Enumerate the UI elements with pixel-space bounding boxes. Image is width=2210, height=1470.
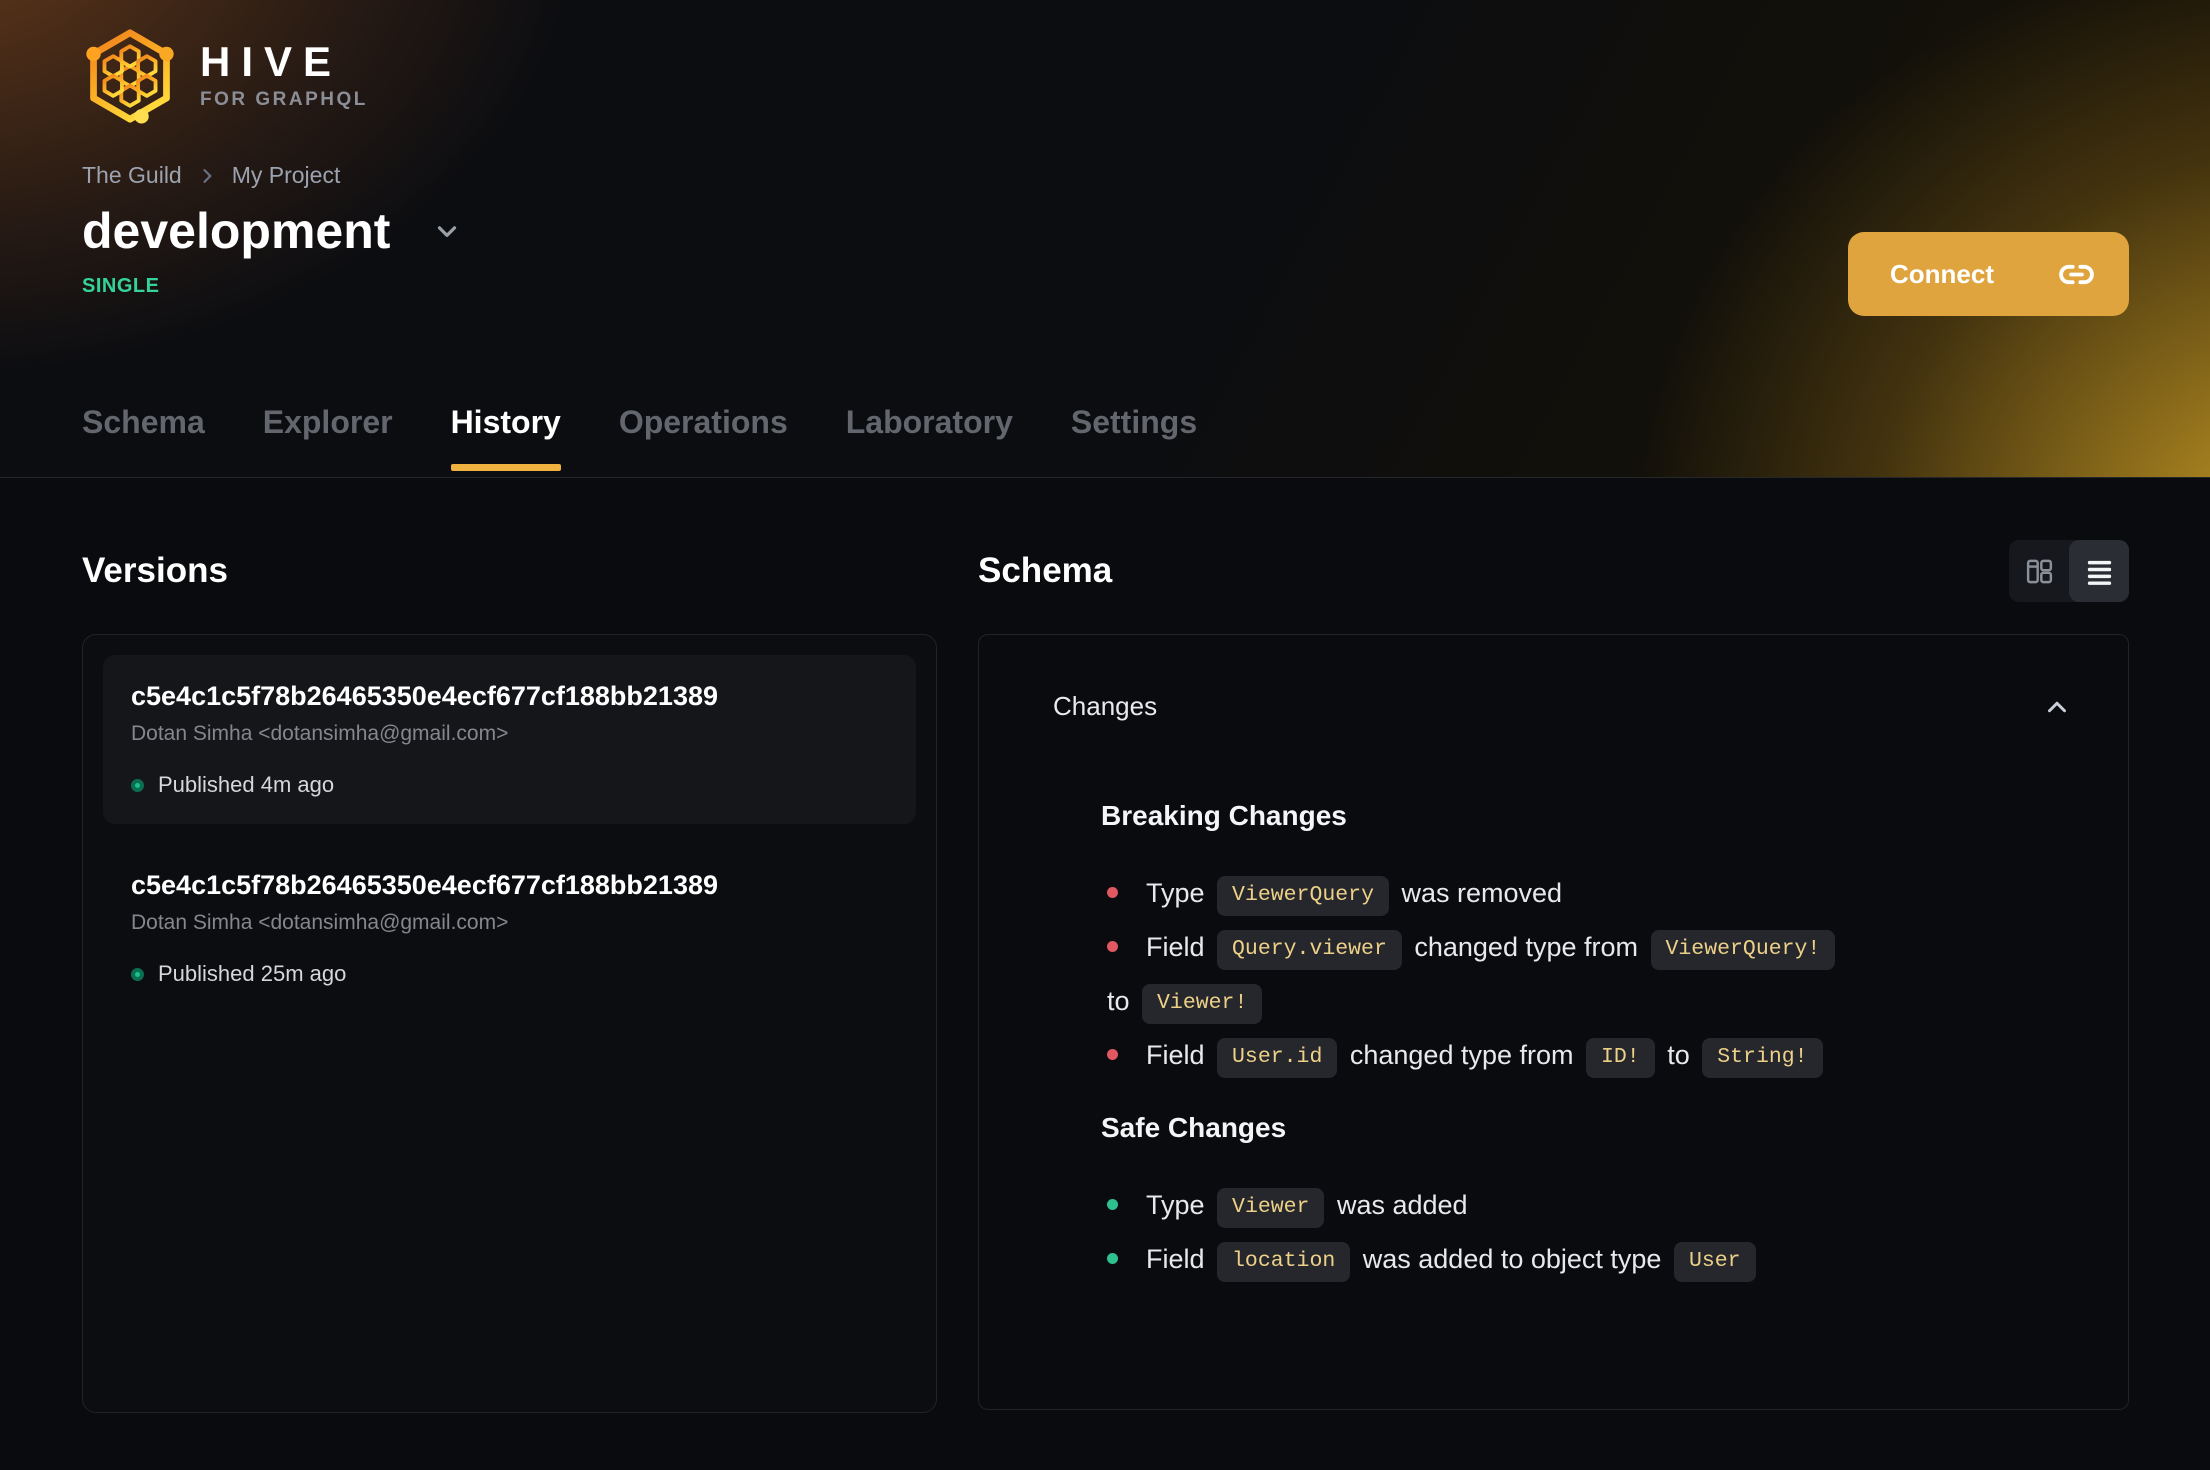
changes-title: Changes [1053,691,1158,721]
code-chip: String! [1702,1038,1823,1078]
code-chip: Viewer [1217,1188,1325,1228]
main-content: Versions c5e4c1c5f78b26465350e4ecf677cf1… [0,478,2210,1413]
version-hash: c5e4c1c5f78b26465350e4ecf677cf188bb21389 [131,681,718,711]
page-title: development [82,203,391,259]
code-chip: Viewer! [1142,984,1263,1024]
code-chip: ViewerQuery [1217,876,1389,916]
versions-heading: Versions [82,551,228,590]
list-view-button[interactable] [2069,540,2129,602]
version-card[interactable]: c5e4c1c5f78b26465350e4ecf677cf188bb21389… [103,655,916,824]
breadcrumb: The Guild My Project [82,162,2129,189]
bullet-icon [1107,887,1118,899]
code-chip: ID! [1586,1038,1655,1078]
version-author: Dotan Simha <dotansimha@gmail.com> [131,911,509,934]
published-dot-icon [131,967,144,981]
safe-changes-list: Type Viewer was added Field location was … [1101,1178,2072,1286]
bullet-icon [1107,1049,1118,1061]
connect-button[interactable]: Connect [1848,232,2129,316]
brand-text: HIVE FOR GRAPHQL [200,41,368,111]
change-item: Field Query.viewer changed type from Vie… [1101,920,2072,1028]
breadcrumb-org[interactable]: The Guild [82,162,182,189]
target-mode-badge: SINGLE [82,275,160,297]
chevron-down-icon [438,226,457,237]
list-view-icon [2087,560,2111,585]
versions-column: Versions c5e4c1c5f78b26465350e4ecf677cf1… [82,540,937,1413]
bullet-icon [1107,1253,1118,1265]
tab-laboratory[interactable]: Laboratory [846,403,1013,477]
target-selector-button[interactable] [428,212,466,250]
chevron-up-icon [2048,701,2066,712]
tab-history[interactable]: History [450,403,562,477]
bullet-icon [1107,1199,1118,1211]
change-item: Type ViewerQuery was removed [1101,866,2072,920]
header: HIVE FOR GRAPHQL The Guild My Project de… [0,0,2210,478]
brand-logo[interactable]: HIVE FOR GRAPHQL [82,28,368,124]
version-status-row: Published 4m ago [131,772,888,798]
code-chip: location [1217,1242,1351,1282]
tab-operations[interactable]: Operations [619,403,788,477]
version-status: Published 4m ago [158,772,335,797]
code-chip: ViewerQuery! [1650,930,1836,970]
version-author: Dotan Simha <dotansimha@gmail.com> [131,722,509,745]
tab-explorer[interactable]: Explorer [263,403,393,477]
version-status-row: Published 25m ago [131,961,888,987]
change-item: Field location was added to object type … [1101,1232,2072,1286]
breaking-changes-heading: Breaking Changes [1101,800,1347,831]
change-item: Field User.id changed type from ID! to S… [1101,1028,2072,1082]
schema-column: Schema Changes Breaking Changes Type Vie… [978,540,2129,1413]
published-dot-icon [131,778,144,792]
split-view-button[interactable] [2009,540,2069,602]
version-card[interactable]: c5e4c1c5f78b26465350e4ecf677cf188bb21389… [103,844,916,1013]
changes-body: Breaking Changes Type ViewerQuery was re… [1035,800,2072,1286]
tab-settings[interactable]: Settings [1071,403,1197,477]
tab-bar: Schema Explorer History Operations Labor… [82,403,1197,477]
code-chip: User.id [1217,1038,1338,1078]
versions-panel: c5e4c1c5f78b26465350e4ecf677cf188bb21389… [82,634,937,1413]
hive-logo-icon [86,29,174,124]
code-chip: Query.viewer [1217,930,1402,970]
chevron-right-icon [203,168,212,183]
safe-changes-heading: Safe Changes [1101,1112,1287,1143]
bullet-icon [1107,941,1118,953]
brand-tagline: FOR GRAPHQL [200,89,368,110]
connect-label: Connect [1890,258,1994,289]
tab-schema[interactable]: Schema [82,403,205,477]
link-icon [2059,264,2094,284]
breaking-changes-list: Type ViewerQuery was removed Field Query.… [1101,866,2072,1082]
change-item: Type Viewer was added [1101,1178,2072,1232]
schema-view-toggle [2009,540,2129,602]
breadcrumb-project[interactable]: My Project [232,162,341,189]
title-row: development [82,201,2129,261]
brand-name: HIVE [200,38,343,85]
version-hash: c5e4c1c5f78b26465350e4ecf677cf188bb21389 [131,870,718,900]
code-chip: User [1673,1242,1756,1282]
columns-view-icon [2026,559,2052,583]
changes-collapse-header[interactable]: Changes [1035,635,2072,722]
schema-changes-panel: Changes Breaking Changes Type ViewerQuer… [978,634,2129,1410]
version-status: Published 25m ago [158,961,347,986]
schema-heading: Schema [978,551,1113,590]
